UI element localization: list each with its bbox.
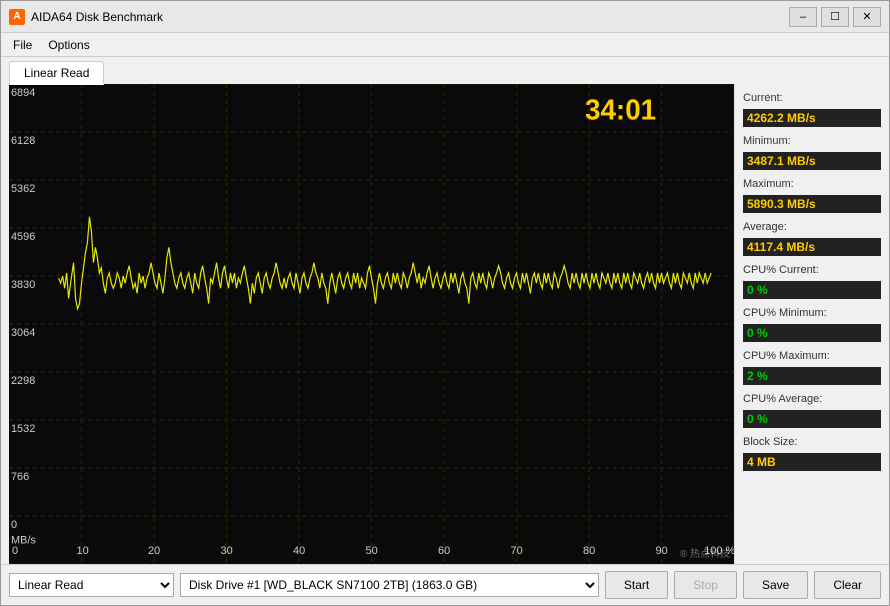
minimize-button[interactable]: – <box>789 7 817 27</box>
start-button[interactable]: Start <box>605 571 668 599</box>
block-size-value: 4 MB <box>743 453 881 471</box>
svg-text:30: 30 <box>221 545 233 557</box>
svg-text:3064: 3064 <box>11 327 35 339</box>
average-label: Average: <box>743 221 881 233</box>
cpu-minimum-value: 0 % <box>743 324 881 342</box>
side-panel: Current: 4262.2 MB/s Minimum: 3487.1 MB/… <box>734 84 889 564</box>
current-value: 4262.2 MB/s <box>743 109 881 127</box>
cpu-current-label: CPU% Current: <box>743 264 881 276</box>
tab-bar: Linear Read <box>1 57 889 84</box>
maximum-label: Maximum: <box>743 178 881 190</box>
svg-text:40: 40 <box>293 545 305 557</box>
app-icon: A <box>9 9 25 25</box>
svg-text:1532: 1532 <box>11 423 35 435</box>
mode-dropdown[interactable]: Linear Read <box>9 573 174 597</box>
minimum-label: Minimum: <box>743 135 881 147</box>
minimum-value: 3487.1 MB/s <box>743 152 881 170</box>
cpu-average-label: CPU% Average: <box>743 393 881 405</box>
cpu-current-value: 0 % <box>743 281 881 299</box>
menu-file[interactable]: File <box>5 36 40 54</box>
svg-text:20: 20 <box>148 545 160 557</box>
svg-text:34:01: 34:01 <box>585 93 656 125</box>
cpu-maximum-value: 2 % <box>743 367 881 385</box>
bottom-controls: Linear Read Disk Drive #1 [WD_BLACK SN71… <box>1 564 889 605</box>
current-label: Current: <box>743 92 881 104</box>
window-title: AIDA64 Disk Benchmark <box>31 10 789 24</box>
title-bar: A AIDA64 Disk Benchmark – ☐ ✕ <box>1 1 889 33</box>
svg-text:4596: 4596 <box>11 231 35 243</box>
average-value: 4117.4 MB/s <box>743 238 881 256</box>
svg-text:3830: 3830 <box>11 279 35 291</box>
svg-text:6128: 6128 <box>11 135 35 147</box>
svg-text:2298: 2298 <box>11 375 35 387</box>
svg-text:5362: 5362 <box>11 183 35 195</box>
svg-text:766: 766 <box>11 471 29 483</box>
window-controls: – ☐ ✕ <box>789 7 881 27</box>
svg-text:70: 70 <box>511 545 523 557</box>
svg-text:90: 90 <box>656 545 668 557</box>
menu-options[interactable]: Options <box>40 36 97 54</box>
cpu-maximum-label: CPU% Maximum: <box>743 350 881 362</box>
svg-text:50: 50 <box>366 545 378 557</box>
svg-text:6894: 6894 <box>11 87 35 99</box>
close-button[interactable]: ✕ <box>853 7 881 27</box>
svg-text:80: 80 <box>583 545 595 557</box>
block-size-label: Block Size: <box>743 436 881 448</box>
cpu-minimum-label: CPU% Minimum: <box>743 307 881 319</box>
tab-linear-read[interactable]: Linear Read <box>9 61 104 85</box>
stop-button[interactable]: Stop <box>674 571 737 599</box>
chart-svg: 6894 6128 5362 4596 3830 3064 2298 1532 … <box>9 84 734 564</box>
maximum-value: 5890.3 MB/s <box>743 195 881 213</box>
main-content: 6894 6128 5362 4596 3830 3064 2298 1532 … <box>1 84 889 564</box>
app-icon-text: A <box>13 11 20 22</box>
menu-bar: File Options <box>1 33 889 57</box>
svg-text:60: 60 <box>438 545 450 557</box>
clear-button[interactable]: Clear <box>814 571 881 599</box>
chart-container: 6894 6128 5362 4596 3830 3064 2298 1532 … <box>9 84 734 564</box>
watermark: ® 热点科技 <box>680 545 730 560</box>
main-window: A AIDA64 Disk Benchmark – ☐ ✕ File Optio… <box>0 0 890 606</box>
save-button[interactable]: Save <box>743 571 808 599</box>
svg-text:0: 0 <box>11 519 17 531</box>
disk-dropdown[interactable]: Disk Drive #1 [WD_BLACK SN7100 2TB] (186… <box>180 573 599 597</box>
svg-text:0: 0 <box>12 545 18 557</box>
maximize-button[interactable]: ☐ <box>821 7 849 27</box>
svg-text:10: 10 <box>77 545 89 557</box>
cpu-average-value: 0 % <box>743 410 881 428</box>
